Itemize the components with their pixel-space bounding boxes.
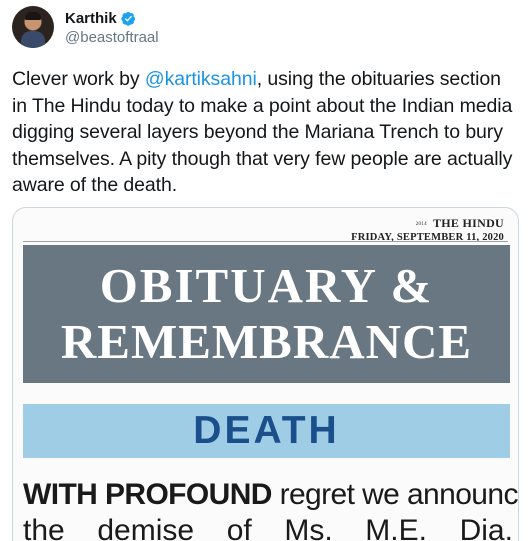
header-divider (23, 241, 508, 242)
death-banner: DEATH (23, 404, 510, 458)
obituary-banner: OBITUARY & REMEMBRANCE (23, 245, 510, 383)
masthead: 2014 THE HINDU (351, 216, 504, 231)
verified-badge-icon (121, 11, 135, 26)
death-heading: DEATH (193, 409, 340, 452)
masthead-prefix: 2014 (415, 221, 427, 227)
obituary-body-line-2: the demise of Ms. M.E. Dia. (23, 514, 513, 541)
newspaper-header: 2014 THE HINDU FRIDAY, SEPTEMBER 11, 2020 (351, 216, 504, 243)
body-word: M.E. (365, 514, 427, 541)
avatar-shirt (21, 31, 45, 48)
body-word: the (23, 514, 65, 541)
body-word: Ms. (284, 514, 333, 541)
tweet-text: Clever work by @kartiksahni, using the o… (12, 66, 519, 199)
avatar[interactable] (12, 6, 54, 48)
banner-line-2: REMEMBRANCE (60, 314, 473, 369)
body-rest: regret we announce (271, 478, 519, 511)
author-name-line: Karthik (65, 10, 136, 27)
body-word: Dia. (459, 514, 513, 541)
tweet-media-image[interactable]: 2014 THE HINDU FRIDAY, SEPTEMBER 11, 2020… (12, 207, 519, 541)
body-bold-lead: WITH PROFOUND (23, 478, 272, 511)
author-name[interactable]: Karthik (65, 10, 117, 27)
body-word: demise (97, 514, 195, 541)
tweet-header: Karthik @beastoftraal (12, 6, 519, 56)
avatar-hair (25, 12, 41, 20)
mention-link[interactable]: @kartiksahni (145, 68, 257, 90)
author-handle[interactable]: @beastoftraal (65, 29, 159, 46)
obituary-body-line-1: WITH PROFOUND regret we announce (23, 478, 518, 512)
body-word: of (226, 514, 252, 541)
tweet-text-before: Clever work by (12, 68, 145, 90)
masthead-title: THE HINDU (432, 216, 504, 230)
banner-line-1: OBITUARY & (99, 258, 434, 313)
